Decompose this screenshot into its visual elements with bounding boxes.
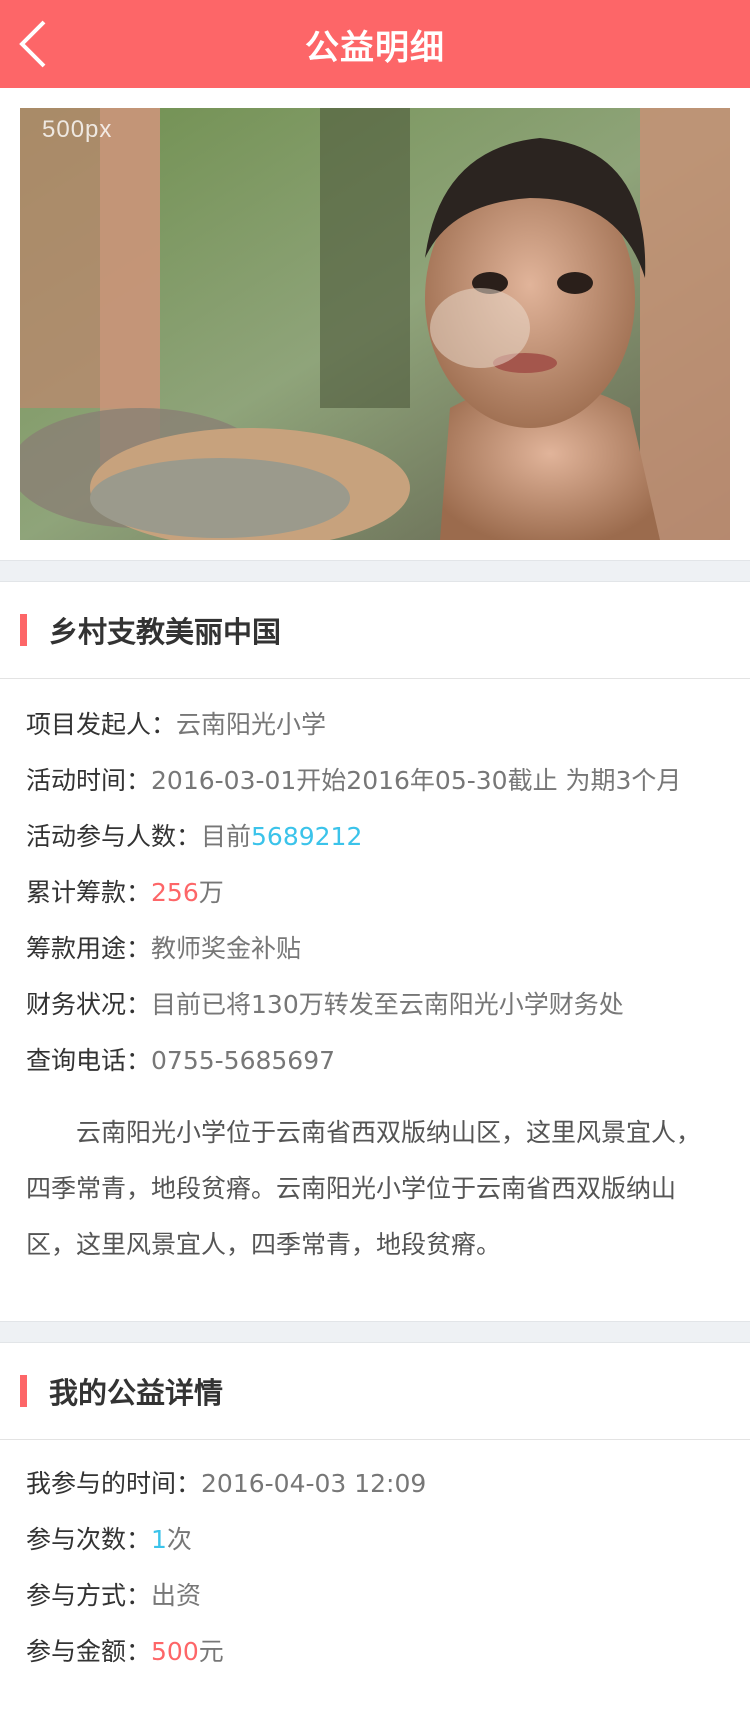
finance-row: 财务状况：目前已将130万转发至云南阳光小学财务处 xyxy=(26,977,724,1033)
hero-section: 500px xyxy=(0,88,750,560)
my-amount-value: 500 xyxy=(151,1637,199,1666)
project-description: 云南阳光小学位于云南省西双版纳山区，这里风景宜人，四季常青，地段贫瘠。云南阳光小… xyxy=(26,1118,702,1259)
page-title: 公益明细 xyxy=(305,27,445,68)
my-time-label: 我参与的时间： xyxy=(26,1469,202,1498)
back-icon[interactable] xyxy=(16,18,56,70)
phone-value[interactable]: 0755-5685697 xyxy=(151,1046,335,1075)
my-charity-title: 我的公益详情 xyxy=(49,1376,224,1410)
my-count-row: 参与次数：1次 xyxy=(26,1512,724,1568)
phone-row: 查询电话：0755-5685697 xyxy=(26,1033,724,1089)
watermark: 500px xyxy=(42,116,113,143)
hero-photo: 500px xyxy=(20,108,730,540)
initiator-label: 项目发起人： xyxy=(26,710,177,739)
project-card-header: 乡村支教美丽中国 xyxy=(0,582,750,679)
project-title: 乡村支教美丽中国 xyxy=(49,615,282,649)
accent-bar xyxy=(20,1375,27,1407)
my-amount-row: 参与金额：500元 xyxy=(26,1624,724,1680)
participants-label: 活动参与人数： xyxy=(26,822,202,851)
my-method-row: 参与方式：出资 xyxy=(26,1568,724,1624)
activity-time-value: 2016-03-01开始2016年05-30截止 为期3个月 xyxy=(151,766,682,795)
top-nav-bar: 公益明细 xyxy=(0,0,750,88)
fundraise-row: 累计筹款：256万 xyxy=(26,865,724,921)
my-time-value: 2016-04-03 12:09 xyxy=(201,1469,427,1498)
fundraise-unit: 万 xyxy=(198,878,224,907)
activity-time-label: 活动时间： xyxy=(26,766,152,795)
participants-count: 5689212 xyxy=(251,822,363,851)
phone-label: 查询电话： xyxy=(26,1046,152,1075)
finance-value: 目前已将130万转发至云南阳光小学财务处 xyxy=(151,990,624,1019)
fundraise-label: 累计筹款： xyxy=(26,878,152,907)
my-charity-info: 我参与的时间：2016-04-03 12:09 参与次数：1次 参与方式：出资 … xyxy=(0,1440,750,1710)
my-time-row: 我参与的时间：2016-04-03 12:09 xyxy=(26,1456,724,1512)
usage-label: 筹款用途： xyxy=(26,934,152,963)
my-charity-header: 我的公益详情 xyxy=(0,1343,750,1440)
my-method-value: 出资 xyxy=(151,1581,202,1610)
initiator-value: 云南阳光小学 xyxy=(176,710,327,739)
my-charity-card: 我的公益详情 我参与的时间：2016-04-03 12:09 参与次数：1次 参… xyxy=(0,1343,750,1710)
participants-row: 活动参与人数：目前5689212 xyxy=(26,809,724,865)
accent-bar xyxy=(20,614,27,646)
finance-label: 财务状况： xyxy=(26,990,152,1019)
fundraise-amount: 256 xyxy=(151,878,199,907)
section-divider xyxy=(0,560,750,582)
my-count-unit: 次 xyxy=(166,1525,192,1554)
participants-prefix: 目前 xyxy=(201,822,252,851)
usage-row: 筹款用途：教师奖金补贴 xyxy=(26,921,724,977)
my-amount-unit: 元 xyxy=(198,1637,224,1666)
my-amount-label: 参与金额： xyxy=(26,1637,152,1666)
my-method-label: 参与方式： xyxy=(26,1581,152,1610)
project-card: 乡村支教美丽中国 项目发起人：云南阳光小学 活动时间：2016-03-01开始2… xyxy=(0,582,750,1321)
my-count-value: 1 xyxy=(151,1525,167,1554)
usage-value: 教师奖金补贴 xyxy=(151,934,302,963)
section-divider xyxy=(0,1321,750,1343)
project-info: 项目发起人：云南阳光小学 活动时间：2016-03-01开始2016年05-30… xyxy=(0,679,750,1099)
initiator-row: 项目发起人：云南阳光小学 xyxy=(26,697,724,753)
my-count-label: 参与次数： xyxy=(26,1525,152,1554)
activity-time-row: 活动时间：2016-03-01开始2016年05-30截止 为期3个月 xyxy=(26,753,724,809)
